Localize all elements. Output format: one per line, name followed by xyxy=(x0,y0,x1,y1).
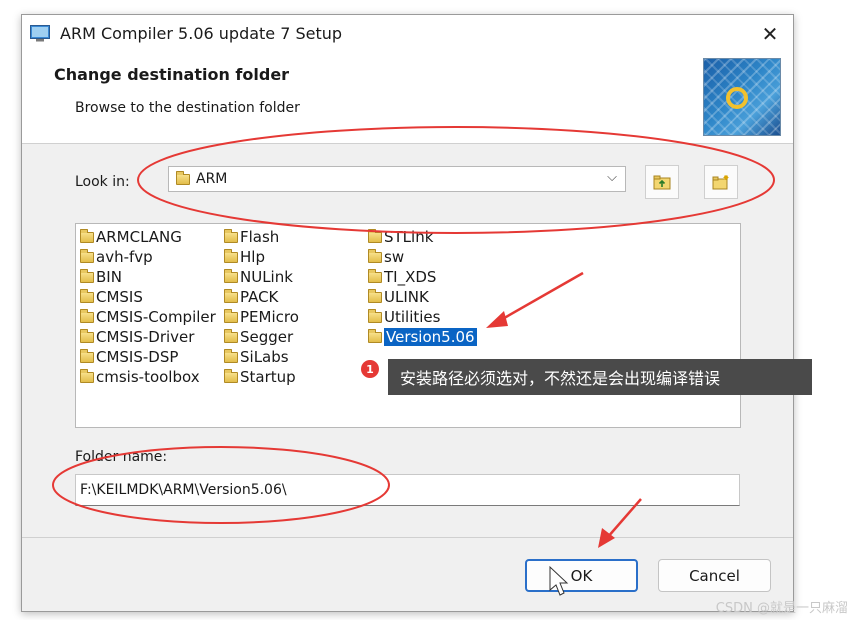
folder-icon xyxy=(80,308,94,323)
folder-icon xyxy=(368,228,382,243)
list-item[interactable]: Flash xyxy=(224,227,299,247)
list-item[interactable]: TI_XDS xyxy=(368,267,477,287)
list-item[interactable]: Utilities xyxy=(368,307,477,327)
close-button[interactable]: ✕ xyxy=(747,15,793,53)
list-item[interactable]: Segger xyxy=(224,327,299,347)
list-item[interactable]: sw xyxy=(368,247,477,267)
list-item[interactable]: avh-fvp xyxy=(80,247,216,267)
folder-icon xyxy=(80,288,94,303)
folder-icon xyxy=(80,228,94,243)
new-folder-icon xyxy=(712,175,729,190)
folder-column-2: Flash Hlp NULink PACK PEMicro Segger SiL… xyxy=(224,227,299,387)
look-in-value: ARM xyxy=(196,171,228,187)
list-item[interactable]: CMSIS-Driver xyxy=(80,327,216,347)
chevron-down-icon: ⌵ xyxy=(607,170,617,185)
folder-icon xyxy=(80,328,94,343)
folder-icon xyxy=(368,288,382,303)
folder-icon xyxy=(368,308,382,323)
folder-name-label: Folder name: xyxy=(75,449,168,465)
title-bar: ARM Compiler 5.06 update 7 Setup ✕ xyxy=(22,15,793,53)
folder-icon xyxy=(80,248,94,263)
folder-icon xyxy=(224,288,238,303)
look-in-dropdown[interactable]: ARM ⌵ xyxy=(168,166,626,192)
app-icon xyxy=(30,25,50,42)
folder-icon xyxy=(368,328,382,343)
close-icon: ✕ xyxy=(761,22,779,46)
list-item[interactable]: CMSIS-DSP xyxy=(80,347,216,367)
folder-icon xyxy=(80,268,94,283)
window-title: ARM Compiler 5.06 update 7 Setup xyxy=(60,24,343,43)
list-item[interactable]: PACK xyxy=(224,287,299,307)
list-item[interactable]: cmsis-toolbox xyxy=(80,367,216,387)
list-item[interactable]: Hlp xyxy=(224,247,299,267)
list-item[interactable]: STLink xyxy=(368,227,477,247)
list-item[interactable]: ARMCLANG xyxy=(80,227,216,247)
cancel-button[interactable]: Cancel xyxy=(658,559,771,592)
list-item[interactable]: ULINK xyxy=(368,287,477,307)
list-item[interactable]: CMSIS xyxy=(80,287,216,307)
watermark-text: CSDN @就是一只麻溜 xyxy=(715,601,848,616)
folder-icon xyxy=(224,308,238,323)
logo-image xyxy=(703,58,781,136)
annotation-badge: 1 xyxy=(361,360,379,378)
up-one-level-button[interactable] xyxy=(645,165,679,199)
folder-icon xyxy=(224,368,238,383)
folder-icon xyxy=(368,248,382,263)
divider xyxy=(22,537,793,538)
page-title: Change destination folder xyxy=(54,65,290,84)
folder-icon xyxy=(176,170,190,185)
page-subtitle: Browse to the destination folder xyxy=(75,100,300,116)
new-folder-button[interactable] xyxy=(704,165,738,199)
folder-list[interactable]: ARMCLANG avh-fvp BIN CMSIS CMSIS-Compile… xyxy=(75,223,741,428)
folder-icon xyxy=(224,328,238,343)
list-item-selected[interactable]: Version5.06 xyxy=(368,327,477,347)
folder-column-1: ARMCLANG avh-fvp BIN CMSIS CMSIS-Compile… xyxy=(80,227,216,387)
folder-icon xyxy=(80,368,94,383)
list-item[interactable]: Startup xyxy=(224,367,299,387)
look-in-label: Look in: xyxy=(75,174,130,190)
setup-window: ARM Compiler 5.06 update 7 Setup ✕ Chang… xyxy=(21,14,794,612)
list-item[interactable]: PEMicro xyxy=(224,307,299,327)
folder-icon xyxy=(368,268,382,283)
folder-icon xyxy=(224,268,238,283)
up-folder-icon xyxy=(653,175,671,190)
folder-icon xyxy=(224,348,238,363)
list-item[interactable]: BIN xyxy=(80,267,216,287)
folder-icon xyxy=(224,228,238,243)
wizard-header: Change destination folder Browse to the … xyxy=(22,53,793,144)
folder-icon xyxy=(80,348,94,363)
folder-icon xyxy=(224,248,238,263)
list-item[interactable]: CMSIS-Compiler xyxy=(80,307,216,327)
folder-column-3: STLink sw TI_XDS ULINK Utilities Version… xyxy=(368,227,477,347)
ok-button[interactable]: OK xyxy=(525,559,638,592)
list-item[interactable]: NULink xyxy=(224,267,299,287)
annotation-note: 安装路径必须选对，不然还是会出现编译错误 xyxy=(388,359,812,395)
list-item[interactable]: SiLabs xyxy=(224,347,299,367)
folder-name-input[interactable] xyxy=(75,474,740,506)
